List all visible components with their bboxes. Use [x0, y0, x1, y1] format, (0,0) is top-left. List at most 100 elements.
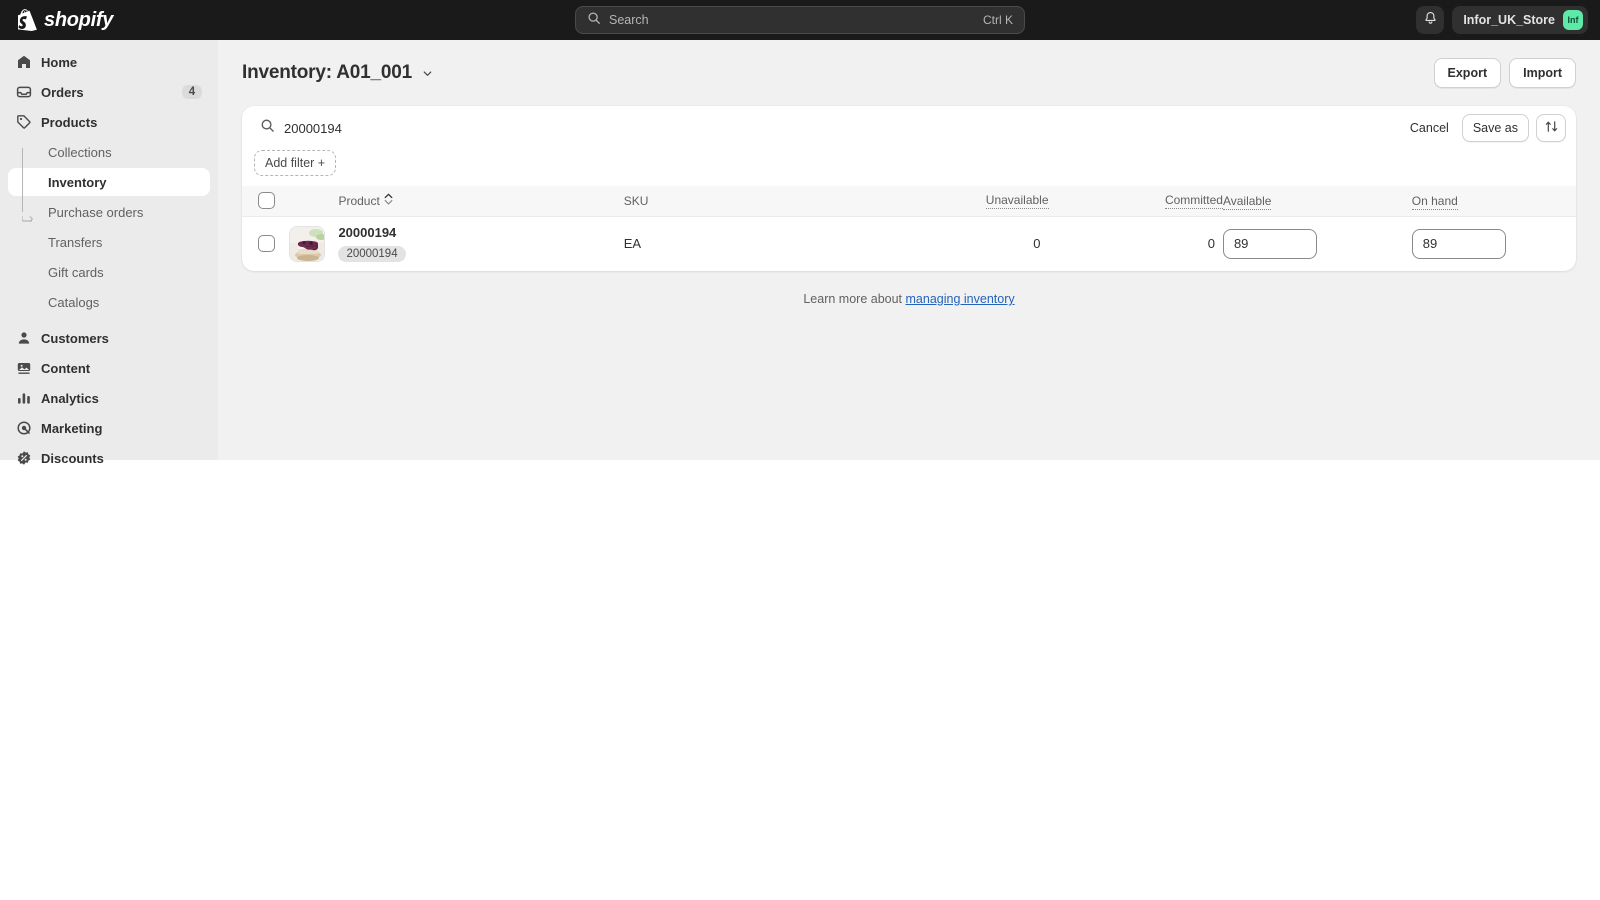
sidebar-item-discounts[interactable]: Discounts — [8, 444, 210, 472]
cancel-button[interactable]: Cancel — [1404, 121, 1455, 135]
row-thumbnail-cell — [289, 216, 338, 271]
sidebar-item-gift-cards[interactable]: Gift cards — [8, 258, 210, 286]
global-search-input[interactable]: Search Ctrl K — [575, 6, 1025, 34]
sidebar-item-analytics[interactable]: Analytics — [8, 384, 210, 412]
discounts-badge-icon — [16, 450, 32, 466]
committed-column-header: Committed — [1049, 186, 1223, 216]
top-bar-right-actions: Infor_UK_Store Inf — [1416, 6, 1588, 34]
shopify-logo[interactable]: shopify — [0, 0, 113, 40]
unavailable-header-label: Unavailable — [985, 192, 1049, 209]
product-variant-badge: 20000194 — [338, 246, 406, 263]
sidebar-item-label: Purchase orders — [48, 204, 144, 220]
inventory-card: Cancel Save as Add filter + — [242, 106, 1576, 271]
page-header-actions: Export Import — [1433, 58, 1576, 88]
product-name-link[interactable]: 20000194 — [338, 225, 623, 240]
row-checkbox[interactable] — [258, 235, 275, 253]
onhand-quantity-input[interactable] — [1411, 228, 1506, 259]
inventory-search-field[interactable] — [254, 113, 1394, 143]
table-header-row: Product SKU Unavailable Committed Availa… — [242, 186, 1576, 216]
export-button[interactable]: Export — [1433, 58, 1502, 88]
marketing-target-icon — [16, 420, 32, 436]
nav-tree-arrow-icon — [21, 210, 34, 222]
select-all-checkbox[interactable] — [258, 192, 275, 210]
sidebar-item-transfers[interactable]: Transfers — [8, 228, 210, 256]
available-header-label: Available — [1222, 193, 1272, 210]
footer-help-text: Learn more about managing inventory — [242, 292, 1576, 306]
sidebar-item-orders[interactable]: Orders 4 — [8, 78, 210, 106]
sidebar-item-label: Discounts — [41, 450, 104, 466]
nav-tree-line — [22, 148, 23, 212]
global-search[interactable]: Search Ctrl K — [575, 6, 1025, 34]
sku-header-label: SKU — [623, 193, 649, 208]
thumbnail-header — [289, 186, 338, 216]
main-content: Inventory: A01_001 Export Import 2000019… — [218, 40, 1600, 460]
sku-column-header: SKU — [624, 186, 846, 216]
sidebar-item-content[interactable]: Content — [8, 354, 210, 382]
shopify-wordmark: shopify — [44, 8, 114, 31]
product-header-label: Product — [338, 193, 380, 208]
row-committed-cell: 0 — [1049, 216, 1223, 271]
chevron-down-icon[interactable] — [421, 67, 434, 80]
table-row: 20000194 20000194 EA 0 0 — [242, 216, 1576, 271]
page-header: Inventory: A01_001 Export Import — [242, 58, 1576, 88]
row-onhand-cell — [1411, 216, 1576, 271]
managing-inventory-link[interactable]: managing inventory — [906, 292, 1015, 306]
sidebar-item-label: Home — [41, 54, 78, 70]
store-account-chip[interactable]: Infor_UK_Store Inf — [1452, 6, 1588, 34]
analytics-bars-icon — [16, 390, 32, 406]
sidebar-item-catalogs[interactable]: Catalogs — [8, 288, 210, 316]
page-title-row: Inventory: A01_001 — [242, 62, 434, 84]
import-button[interactable]: Import — [1509, 58, 1576, 88]
sidebar-item-marketing[interactable]: Marketing — [8, 414, 210, 442]
global-search-placeholder: Search — [609, 13, 649, 27]
sidebar-item-label: Inventory — [48, 174, 107, 190]
committed-value: 0 — [1207, 236, 1215, 252]
sidebar-item-inventory[interactable]: Inventory — [8, 168, 210, 196]
products-tag-icon — [16, 114, 32, 130]
sidebar-item-label: Products — [41, 114, 98, 130]
customers-person-icon — [16, 330, 32, 346]
store-name-label: Infor_UK_Store — [1463, 13, 1555, 27]
committed-header-label: Committed — [1164, 192, 1223, 209]
sidebar-item-customers[interactable]: Customers — [8, 324, 210, 352]
onhand-column-header: On hand — [1411, 186, 1576, 216]
available-column-header: Available — [1222, 186, 1412, 216]
sidebar-item-collections[interactable]: Collections — [8, 138, 210, 166]
notifications-button[interactable] — [1416, 6, 1445, 34]
search-shortcut-hint: Ctrl K — [983, 13, 1013, 27]
sort-button[interactable] — [1536, 114, 1566, 142]
table-body: 20000194 20000194 EA 0 0 — [242, 216, 1576, 271]
row-product-cell: 20000194 20000194 — [338, 216, 623, 271]
sort-chevrons-icon — [384, 193, 393, 208]
sidebar-item-label: Collections — [48, 144, 112, 160]
filter-actions: Cancel Save as — [1404, 114, 1566, 142]
unavailable-value: 0 — [1033, 236, 1041, 252]
sku-value: EA — [623, 235, 642, 251]
add-filter-button[interactable]: Add filter + — [254, 150, 337, 176]
row-unavailable-cell: 0 — [845, 216, 1048, 271]
sidebar-item-label: Marketing — [41, 420, 103, 436]
search-input[interactable] — [284, 120, 1388, 136]
unavailable-column-header: Unavailable — [845, 186, 1049, 216]
home-icon — [16, 54, 32, 70]
search-icon — [260, 118, 275, 138]
sidebar-item-products[interactable]: Products — [8, 108, 210, 136]
sort-arrows-icon — [1544, 119, 1559, 137]
product-column-header[interactable]: Product — [338, 186, 623, 216]
sidebar-item-label: Catalogs — [48, 294, 100, 310]
save-as-button[interactable]: Save as — [1461, 114, 1529, 142]
available-quantity-input[interactable] — [1222, 228, 1317, 259]
sidebar-navigation: Home Orders 4 Products Collections Inven… — [0, 40, 218, 466]
sidebar-item-label: Content — [41, 360, 91, 376]
bell-icon — [1423, 11, 1438, 29]
select-all-header — [242, 186, 289, 216]
sidebar-item-label: Orders — [41, 84, 84, 100]
orders-count-badge: 4 — [182, 85, 202, 99]
filter-toolbar: Cancel Save as — [242, 106, 1576, 150]
sidebar-item-home[interactable]: Home — [8, 48, 210, 76]
avatar: Inf — [1563, 10, 1583, 30]
sidebar-item-label: Transfers — [48, 234, 103, 250]
sidebar-item-purchase-orders[interactable]: Purchase orders — [8, 198, 210, 226]
add-filter-row: Add filter + — [242, 150, 1576, 186]
onhand-header-label: On hand — [1411, 193, 1458, 210]
